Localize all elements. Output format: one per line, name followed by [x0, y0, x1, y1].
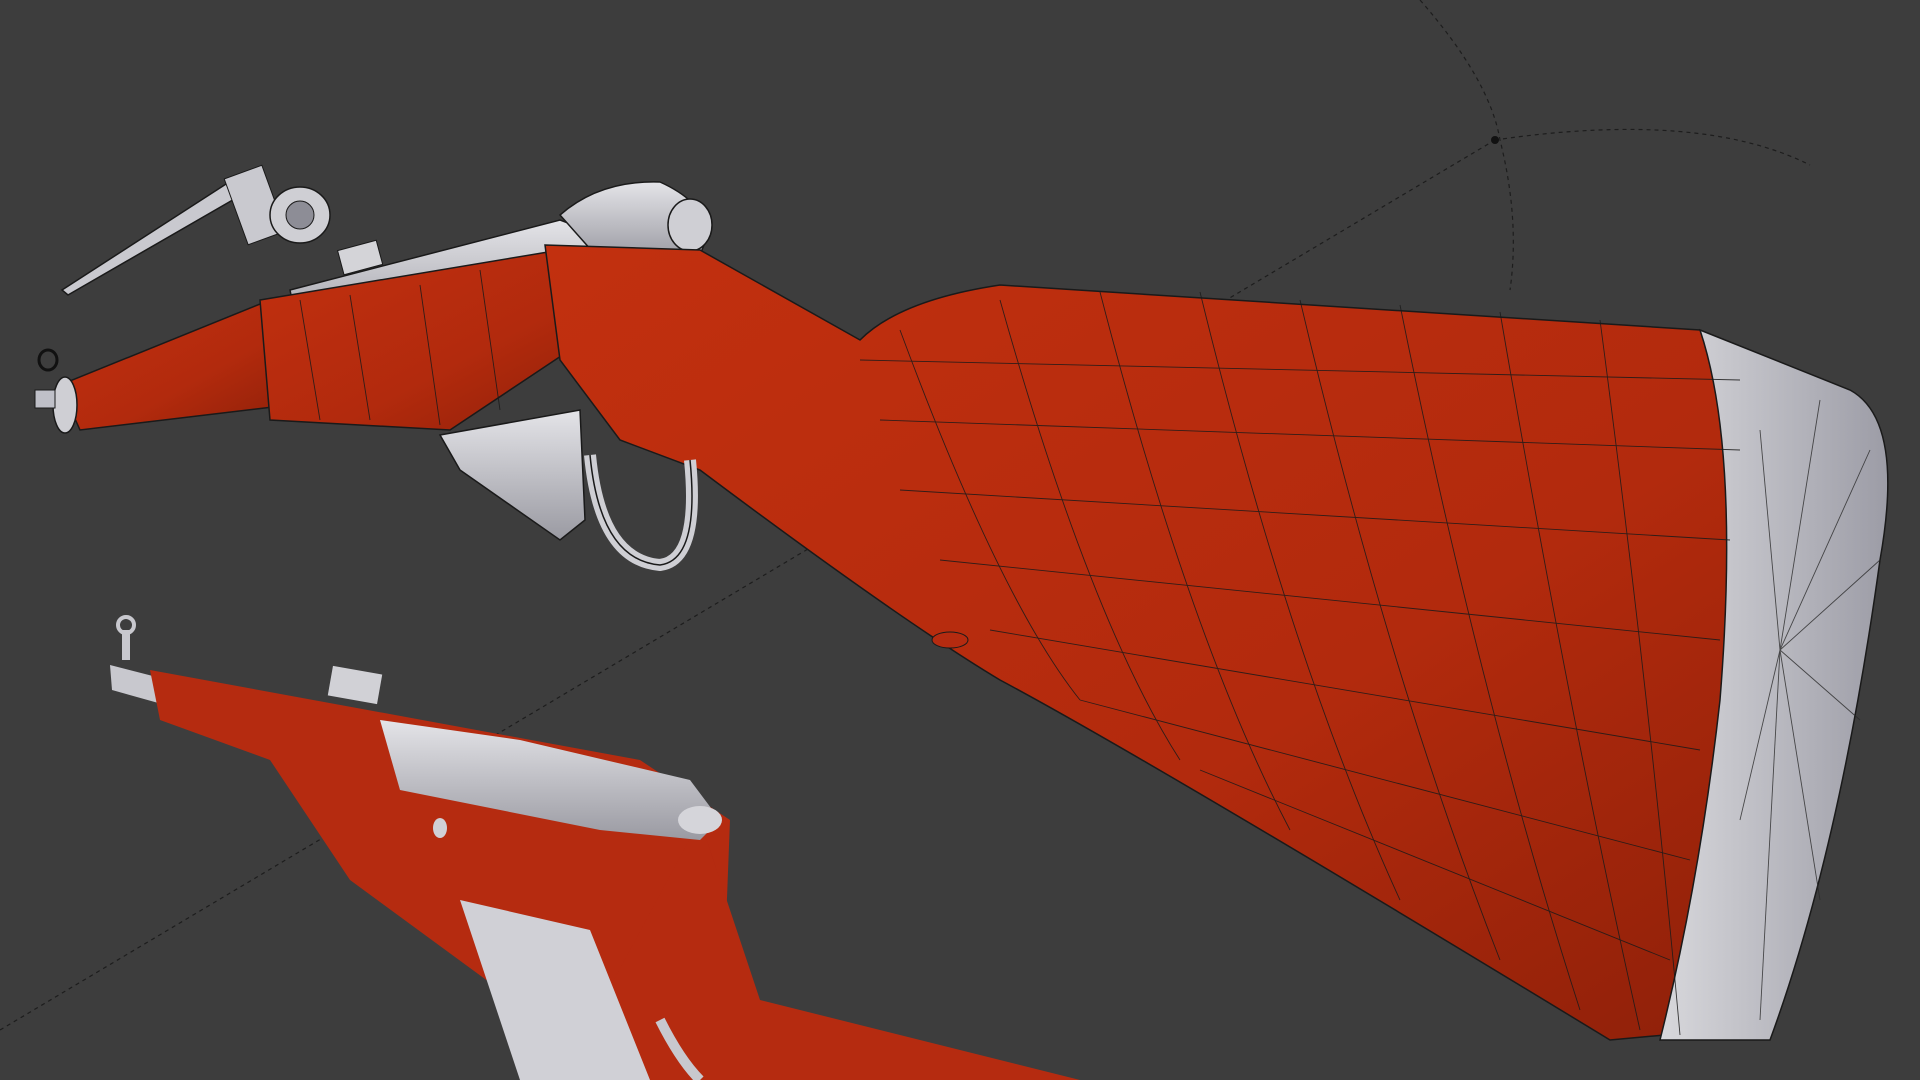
preview-bolt-knob	[678, 806, 722, 834]
magazine-wire	[438, 409, 586, 541]
muzzle-wire	[34, 348, 78, 434]
preview-rear-sight	[327, 665, 383, 705]
preview-front-sight	[116, 615, 136, 660]
rifle-wireframe-model[interactable]	[34, 181, 1889, 1041]
preview-stock-screw	[433, 818, 447, 838]
trigger-guard-wire	[584, 454, 698, 572]
3d-viewport[interactable]	[0, 0, 1920, 1080]
viewport-canvas[interactable]	[0, 0, 1920, 1080]
bayonet-wireframe[interactable]	[60, 164, 331, 296]
sling-swivel-wire	[931, 631, 969, 649]
barrel-wire	[58, 298, 291, 431]
pivot-point[interactable]	[1491, 136, 1499, 144]
rifle-solid-preview[interactable]	[110, 615, 1080, 1080]
